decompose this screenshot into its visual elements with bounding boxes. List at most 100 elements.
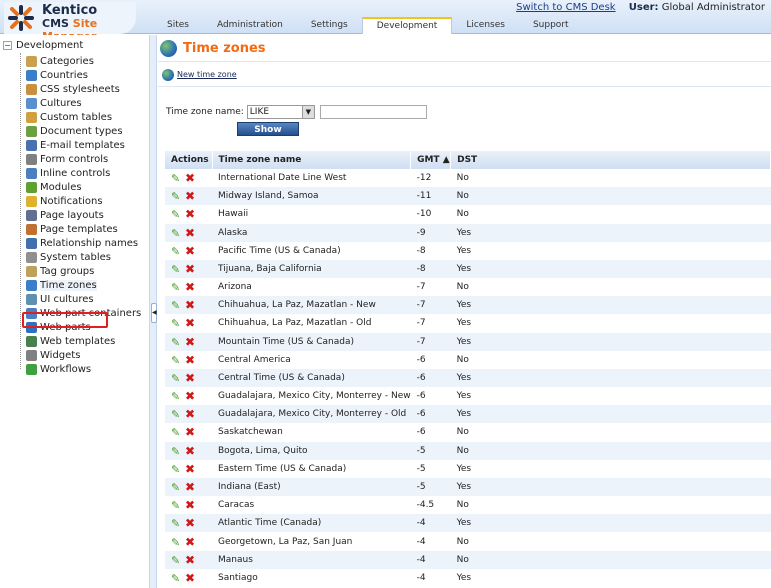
tab-sites[interactable]: Sites (153, 17, 203, 34)
edit-pencil-icon[interactable]: ✎ (171, 408, 185, 421)
cell-gmt: -4 (410, 514, 451, 533)
edit-pencil-icon[interactable]: ✎ (171, 445, 185, 458)
edit-pencil-icon[interactable]: ✎ (171, 463, 185, 476)
sidebar-item-web-templates[interactable]: Web templates (26, 334, 115, 348)
cell-name: Mountain Time (US & Canada) (212, 332, 411, 351)
delete-x-icon[interactable]: ✖ (185, 462, 195, 476)
delete-x-icon[interactable]: ✖ (185, 353, 195, 367)
edit-pencil-icon[interactable]: ✎ (171, 390, 185, 403)
sidebar-item-form-controls[interactable]: Form controls (26, 152, 108, 166)
delete-x-icon[interactable]: ✖ (185, 553, 195, 567)
column-header-gmt[interactable]: GMT ▲ (410, 151, 452, 169)
delete-x-icon[interactable]: ✖ (185, 498, 195, 512)
sidebar-item-tag-groups[interactable]: Tag groups (26, 264, 94, 278)
sidebar-item-countries[interactable]: Countries (26, 68, 88, 82)
sidebar-item-e-mail-templates[interactable]: E-mail templates (26, 138, 125, 152)
sidebar-item-css-stylesheets[interactable]: CSS stylesheets (26, 82, 120, 96)
sidebar-item-system-tables[interactable]: System tables (26, 250, 111, 264)
edit-pencil-icon[interactable]: ✎ (171, 336, 185, 349)
collapse-sidebar-button[interactable]: ◀ (151, 303, 157, 323)
sidebar-item-inline-controls[interactable]: Inline controls (26, 166, 110, 180)
delete-x-icon[interactable]: ✖ (185, 389, 195, 403)
delete-x-icon[interactable]: ✖ (185, 262, 195, 276)
sidebar-item-notifications[interactable]: Notifications (26, 194, 103, 208)
delete-x-icon[interactable]: ✖ (185, 244, 195, 258)
edit-pencil-icon[interactable]: ✎ (171, 172, 185, 185)
switch-to-cms-desk-link[interactable]: Switch to CMS Desk (516, 2, 615, 13)
delete-x-icon[interactable]: ✖ (185, 298, 195, 312)
sidebar-item-document-types[interactable]: Document types (26, 124, 123, 138)
edit-pencil-icon[interactable]: ✎ (171, 517, 185, 530)
delete-x-icon[interactable]: ✖ (185, 480, 195, 494)
tab-support[interactable]: Support (519, 17, 583, 34)
edit-pencil-icon[interactable]: ✎ (171, 208, 185, 221)
edit-pencil-icon[interactable]: ✎ (171, 481, 185, 494)
tab-administration[interactable]: Administration (203, 17, 297, 34)
edit-pencil-icon[interactable]: ✎ (171, 263, 185, 276)
edit-pencil-icon[interactable]: ✎ (171, 536, 185, 549)
collapse-icon[interactable]: − (3, 41, 12, 50)
tree-root-development[interactable]: − Development (3, 40, 83, 51)
sidebar-item-ui-cultures[interactable]: UI cultures (26, 292, 94, 306)
cell-name: Atlantic Time (Canada) (212, 514, 411, 533)
delete-x-icon[interactable]: ✖ (185, 171, 195, 185)
delete-x-icon[interactable]: ✖ (185, 516, 195, 530)
edit-pencil-icon[interactable]: ✎ (171, 354, 185, 367)
show-button[interactable]: Show (237, 122, 299, 136)
edit-pencil-icon[interactable]: ✎ (171, 426, 185, 439)
sidebar-item-workflows[interactable]: Workflows (26, 362, 91, 376)
panel-splitter[interactable]: ◀ (150, 35, 157, 588)
delete-x-icon[interactable]: ✖ (185, 371, 195, 385)
time-zone-name-input[interactable] (319, 105, 427, 119)
operator-select[interactable]: LIKE ▼ (246, 105, 315, 119)
sidebar-item-custom-tables[interactable]: Custom tables (26, 110, 112, 124)
table-row: ✎ ✖ Chihuahua, La Paz, Mazatlan - New -7 Yes (165, 296, 771, 315)
cell-gmt: -9 (410, 223, 451, 242)
sidebar-item-relationship-names[interactable]: Relationship names (26, 236, 138, 250)
delete-x-icon[interactable]: ✖ (185, 316, 195, 330)
edit-pencil-icon[interactable]: ✎ (171, 190, 185, 203)
edit-pencil-icon[interactable]: ✎ (171, 554, 185, 567)
sidebar-item-categories[interactable]: Categories (26, 54, 94, 68)
delete-x-icon[interactable]: ✖ (185, 335, 195, 349)
edit-pencil-icon[interactable]: ✎ (171, 317, 185, 330)
edit-pencil-icon[interactable]: ✎ (171, 372, 185, 385)
sidebar-item-widgets[interactable]: Widgets (26, 348, 80, 362)
delete-x-icon[interactable]: ✖ (185, 280, 195, 294)
edit-pencil-icon[interactable]: ✎ (171, 227, 185, 240)
sidebar-item-modules[interactable]: Modules (26, 180, 82, 194)
sidebar-item-page-layouts[interactable]: Page layouts (26, 208, 104, 222)
tab-licenses[interactable]: Licenses (452, 17, 519, 34)
edit-pencil-icon[interactable]: ✎ (171, 299, 185, 312)
sidebar-item-time-zones[interactable]: Time zones (26, 278, 97, 292)
delete-x-icon[interactable]: ✖ (185, 189, 195, 203)
edit-pencil-icon[interactable]: ✎ (171, 245, 185, 258)
delete-x-icon[interactable]: ✖ (185, 207, 195, 221)
e-mail-templates-icon (26, 139, 37, 151)
sidebar-item-page-templates[interactable]: Page templates (26, 222, 118, 236)
sidebar-item-cultures[interactable]: Cultures (26, 96, 82, 110)
sidebar-item-label: Time zones (40, 279, 97, 291)
sidebar-item-label: Countries (40, 69, 88, 81)
delete-x-icon[interactable]: ✖ (185, 407, 195, 421)
new-time-zone-icon[interactable] (162, 68, 174, 81)
tab-settings[interactable]: Settings (297, 17, 362, 34)
delete-x-icon[interactable]: ✖ (185, 226, 195, 240)
delete-x-icon[interactable]: ✖ (185, 571, 195, 585)
column-header-name[interactable]: Time zone name (212, 151, 412, 169)
delete-x-icon[interactable]: ✖ (185, 425, 195, 439)
edit-pencil-icon[interactable]: ✎ (171, 499, 185, 512)
main-tabs: Sites Administration Settings Development Li… (153, 17, 583, 34)
cell-gmt: -6 (416, 391, 426, 402)
edit-pencil-icon[interactable]: ✎ (171, 572, 185, 585)
chevron-down-icon[interactable]: ▼ (301, 106, 314, 118)
delete-x-icon[interactable]: ✖ (185, 535, 195, 549)
column-header-dst[interactable]: DST (450, 151, 771, 169)
cell-dst: No (456, 209, 469, 220)
cell-dst: No (450, 441, 771, 460)
edit-pencil-icon[interactable]: ✎ (171, 281, 185, 294)
new-time-zone-link[interactable]: New time zone (177, 70, 237, 79)
tab-development[interactable]: Development (361, 17, 453, 34)
cell-dst: Yes (456, 245, 472, 256)
delete-x-icon[interactable]: ✖ (185, 444, 195, 458)
